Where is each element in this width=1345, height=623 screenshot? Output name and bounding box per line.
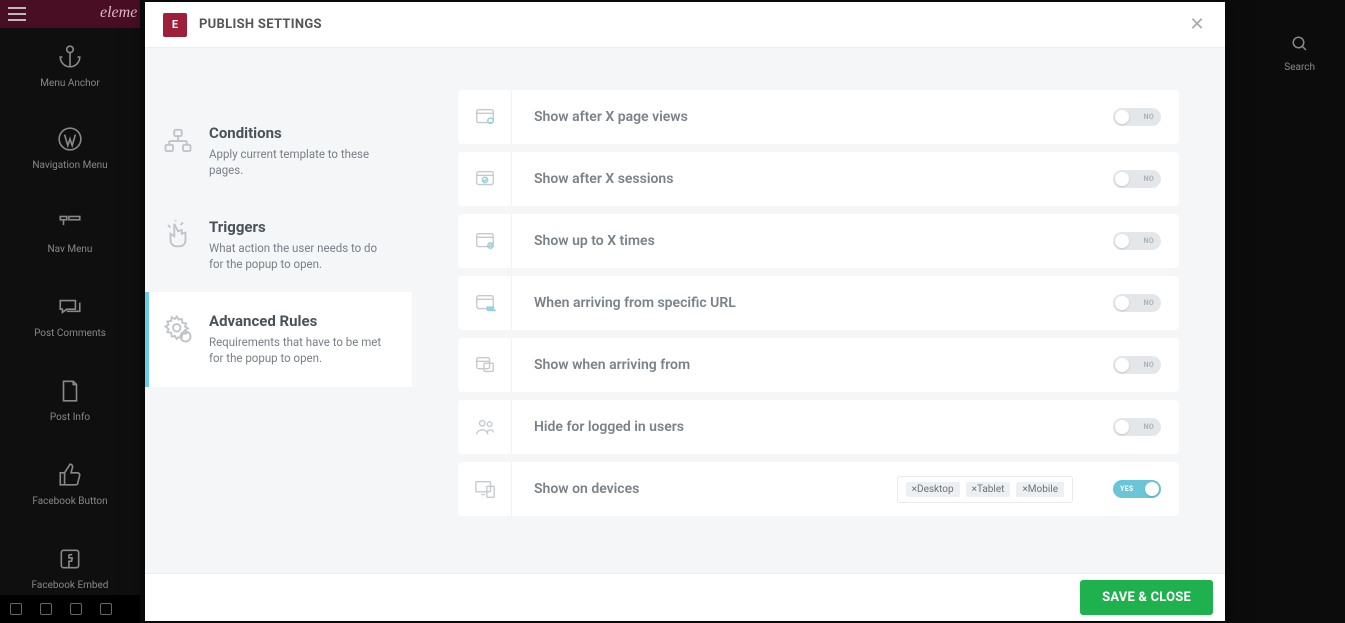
rule-label: Show on devices bbox=[512, 481, 897, 497]
rule-url: URL When arriving from specific URL NO bbox=[458, 276, 1179, 330]
advanced-rules-icon bbox=[161, 312, 195, 346]
widget-nav-menu[interactable]: Nav Menu bbox=[7, 198, 133, 267]
modal-title: PUBLISH SETTINGS bbox=[199, 17, 322, 32]
sessions-icon bbox=[458, 152, 512, 206]
rule-label: Show when arriving from bbox=[512, 357, 1113, 373]
rules-list: Show after X page views NO Show after X … bbox=[412, 48, 1225, 573]
tab-desc: What action the user needs to do for the… bbox=[209, 240, 394, 272]
preview-search[interactable]: Search bbox=[1284, 35, 1315, 73]
rule-arriving-from: Show when arriving from NO bbox=[458, 338, 1179, 392]
url-icon: URL bbox=[458, 276, 512, 330]
hamburger-icon[interactable] bbox=[8, 7, 26, 21]
tab-title: Advanced Rules bbox=[209, 312, 394, 330]
editor-bottom-bar bbox=[0, 595, 140, 623]
arriving-icon bbox=[458, 338, 512, 392]
tab-desc: Requirements that have to be met for the… bbox=[209, 334, 394, 366]
toggle-times[interactable]: NO bbox=[1113, 232, 1161, 250]
rule-times: Show up to X times NO bbox=[458, 214, 1179, 268]
file-icon bbox=[57, 378, 83, 404]
toggle-devices[interactable]: YES bbox=[1113, 480, 1161, 498]
widget-post-comments[interactable]: Post Comments bbox=[7, 282, 133, 351]
rule-sessions: Show after X sessions NO bbox=[458, 152, 1179, 206]
elementor-logo-icon: E bbox=[163, 13, 187, 37]
tag-desktop[interactable]: ×Desktop bbox=[906, 482, 960, 497]
rule-label: Show after X sessions bbox=[512, 171, 1113, 187]
modal-sidebar: Conditions Apply current template to the… bbox=[145, 48, 412, 573]
search-label: Search bbox=[1284, 62, 1315, 73]
widget-label: Nav Menu bbox=[48, 244, 93, 255]
toggle-url[interactable]: NO bbox=[1113, 294, 1161, 312]
widget-post-info[interactable]: Post Info bbox=[7, 366, 133, 435]
anchor-icon bbox=[57, 44, 83, 70]
toggle-arriving-from[interactable]: NO bbox=[1113, 356, 1161, 374]
widget-label: Facebook Button bbox=[32, 496, 107, 507]
widget-facebook-button[interactable]: Facebook Button bbox=[7, 450, 133, 519]
tab-title: Triggers bbox=[209, 218, 394, 236]
navigator-icon[interactable] bbox=[40, 603, 52, 615]
toggle-page-views[interactable]: NO bbox=[1113, 108, 1161, 126]
history-icon[interactable] bbox=[70, 603, 82, 615]
rule-label: Show after X page views bbox=[512, 109, 1113, 125]
devices-icon bbox=[458, 462, 512, 516]
thumbs-up-icon bbox=[57, 462, 83, 488]
tag-mobile[interactable]: ×Mobile bbox=[1016, 482, 1064, 497]
tab-desc: Apply current template to these pages. bbox=[209, 146, 394, 178]
comments-icon bbox=[57, 294, 83, 320]
close-button[interactable]: ✕ bbox=[1187, 15, 1207, 35]
tag-tablet[interactable]: ×Tablet bbox=[966, 482, 1011, 497]
tab-conditions[interactable]: Conditions Apply current template to the… bbox=[145, 104, 412, 198]
conditions-icon bbox=[161, 124, 195, 158]
rule-page-views: Show after X page views NO bbox=[458, 90, 1179, 144]
modal-footer: SAVE & CLOSE bbox=[145, 573, 1225, 621]
toggle-sessions[interactable]: NO bbox=[1113, 170, 1161, 188]
wordpress-icon bbox=[57, 126, 83, 152]
responsive-icon[interactable] bbox=[100, 603, 112, 615]
nav-menu-icon bbox=[57, 210, 83, 236]
editor-widget-panel: eleme Menu Anchor Navigation Menu Nav Me… bbox=[0, 0, 140, 623]
widget-label: Facebook Embed bbox=[32, 580, 109, 591]
widget-label: Post Info bbox=[50, 412, 90, 423]
tab-title: Conditions bbox=[209, 124, 394, 142]
users-icon bbox=[458, 400, 512, 454]
rule-label: When arriving from specific URL bbox=[512, 295, 1113, 311]
publish-settings-modal: E PUBLISH SETTINGS ✕ Conditions Apply cu… bbox=[145, 2, 1225, 621]
elementor-logo-text: eleme bbox=[100, 4, 137, 22]
rule-label: Hide for logged in users bbox=[512, 419, 1113, 435]
times-icon bbox=[458, 214, 512, 268]
rule-logged-in: Hide for logged in users NO bbox=[458, 400, 1179, 454]
triggers-icon bbox=[161, 218, 195, 252]
widget-label: Menu Anchor bbox=[40, 78, 99, 89]
save-close-button[interactable]: SAVE & CLOSE bbox=[1080, 580, 1213, 615]
svg-text:URL: URL bbox=[486, 306, 495, 312]
widget-navigation-menu[interactable]: Navigation Menu bbox=[7, 114, 133, 183]
tab-advanced-rules[interactable]: Advanced Rules Requirements that have to… bbox=[145, 292, 412, 386]
widget-label: Post Comments bbox=[34, 328, 106, 339]
settings-icon[interactable] bbox=[10, 603, 22, 615]
tab-triggers[interactable]: Triggers What action the user needs to d… bbox=[145, 198, 412, 292]
rule-label: Show up to X times bbox=[512, 233, 1113, 249]
device-tags[interactable]: ×Desktop ×Tablet ×Mobile bbox=[897, 476, 1073, 503]
widget-menu-anchor[interactable]: Menu Anchor bbox=[7, 32, 133, 101]
facebook-icon bbox=[57, 546, 83, 572]
modal-header: E PUBLISH SETTINGS ✕ bbox=[145, 2, 1225, 48]
toggle-logged-in[interactable]: NO bbox=[1113, 418, 1161, 436]
widget-facebook-embed[interactable]: Facebook Embed bbox=[7, 534, 133, 603]
widget-label: Navigation Menu bbox=[32, 160, 107, 171]
rule-devices: Show on devices ×Desktop ×Tablet ×Mobile… bbox=[458, 462, 1179, 516]
page-views-icon bbox=[458, 90, 512, 144]
search-icon bbox=[1291, 35, 1309, 53]
